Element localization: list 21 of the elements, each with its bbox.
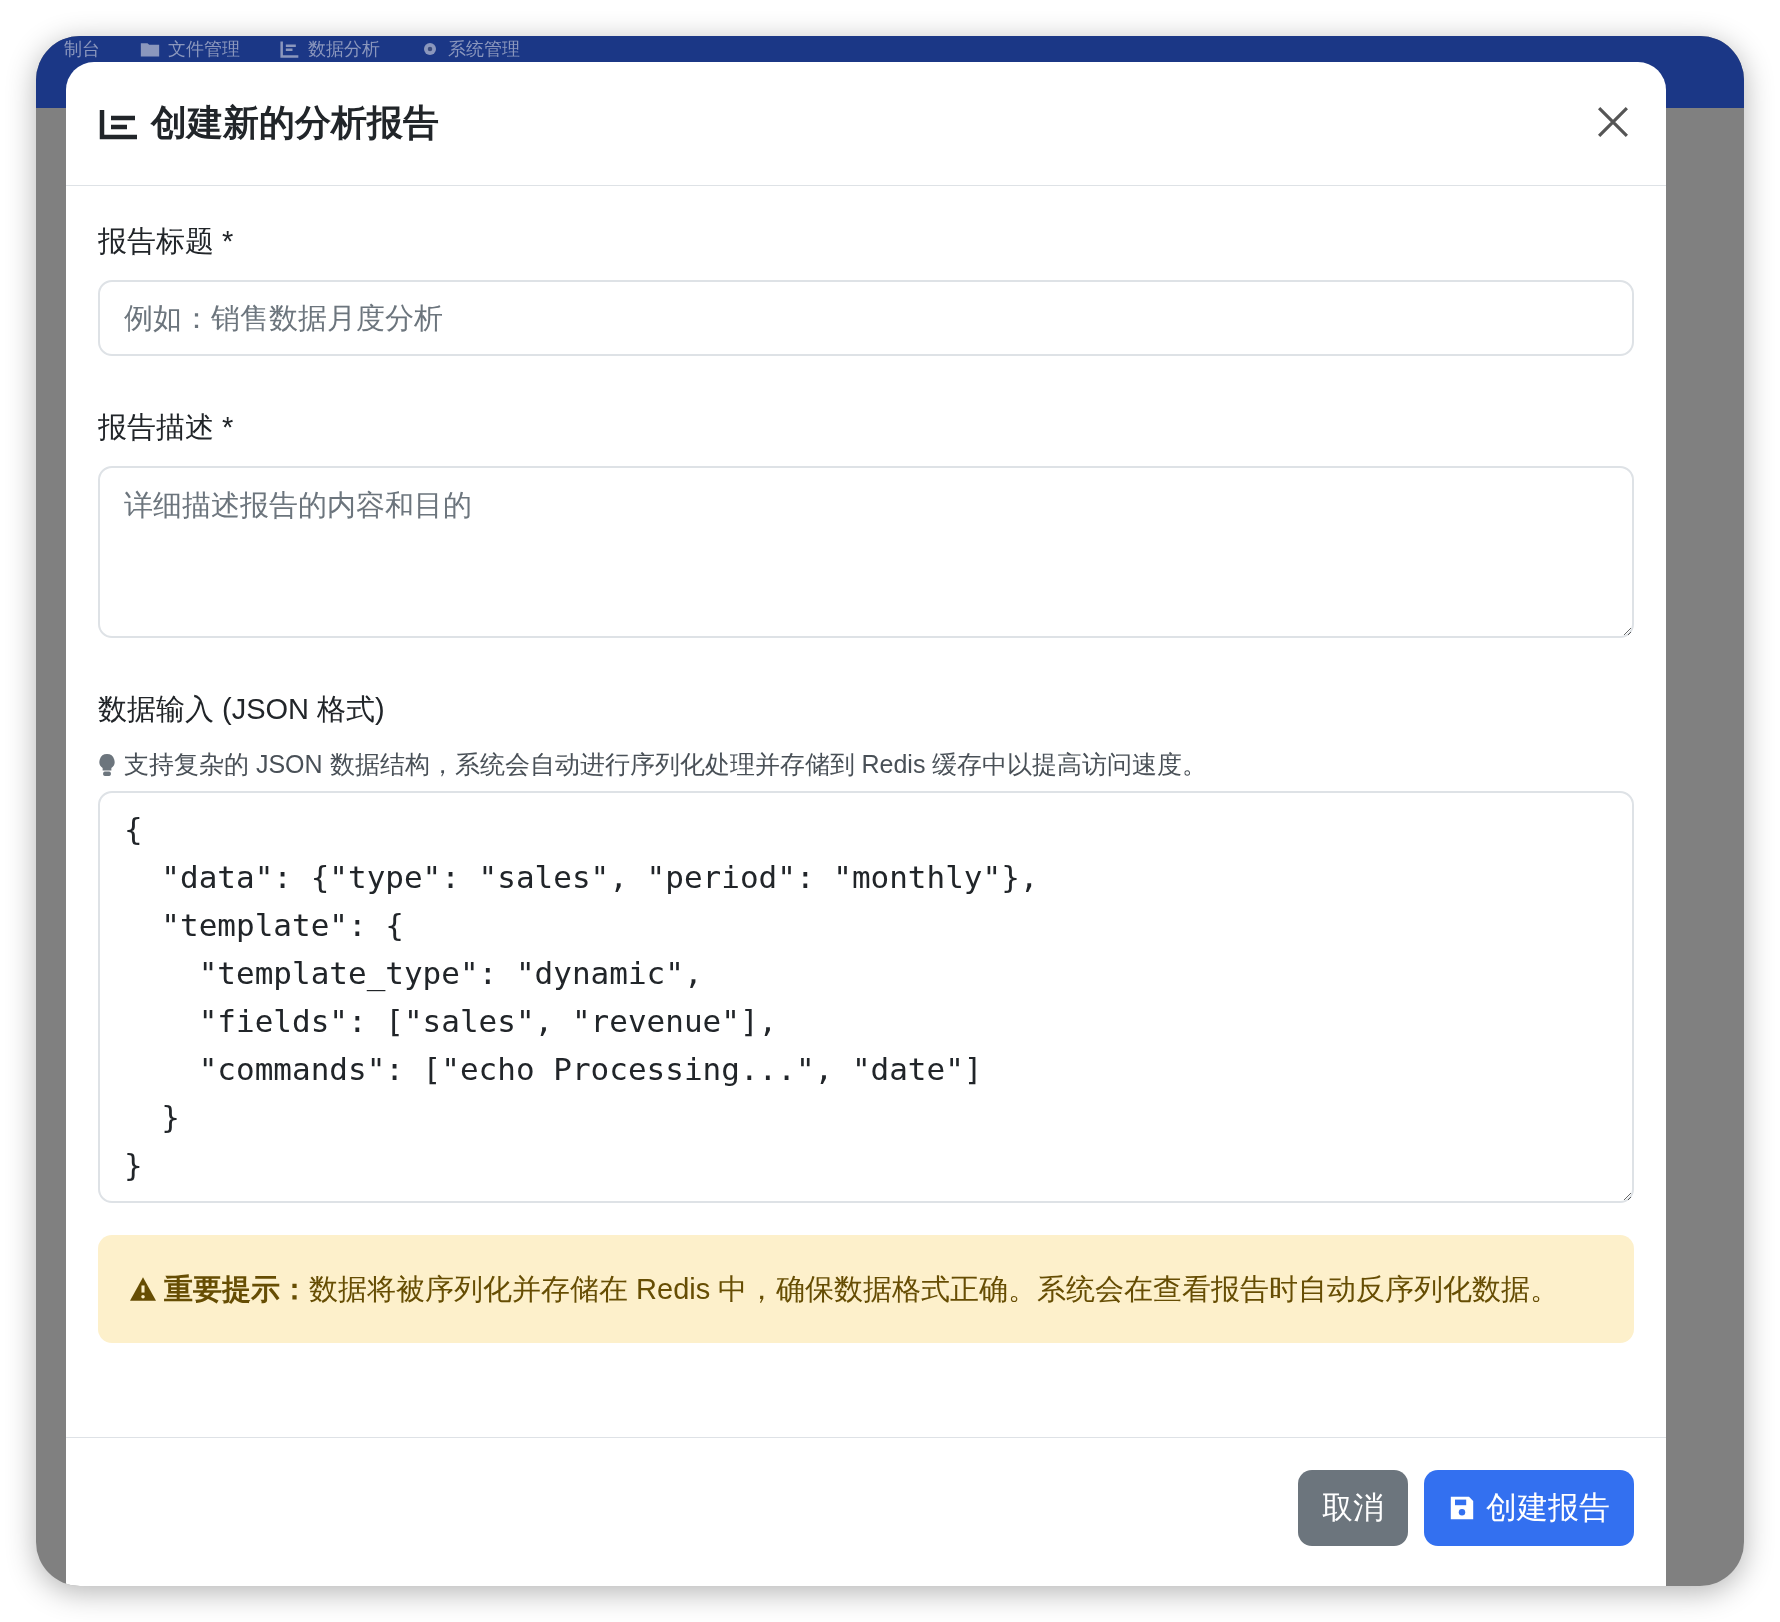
dialog-title: 创建新的分析报告: [151, 101, 440, 145]
warning-icon: [128, 1276, 158, 1302]
field-label: 报告标题 *: [98, 224, 235, 259]
chart-icon: [99, 107, 139, 140]
title-field[interactable]: 例如：销售数据月度分析: [98, 280, 1634, 356]
json-field[interactable]: { "data": {"type": "sales", "period": "monthly"}, "template": { "template_type": "dynamic", "fields": ["sales", "revenue"], "commands": ["echo Processing...", "date"] } }: [98, 791, 1634, 1203]
cancel-button[interactable]: 取消: [1298, 1470, 1408, 1546]
nav-item[interactable]: 文件管理: [140, 36, 240, 62]
create-button[interactable]: 创建报告: [1424, 1470, 1634, 1546]
hint-text: 支持复杂的 JSON 数据结构，系统会自动进行序列化处理并存储到 Redis 缓存中以提高访问速度。: [124, 749, 1208, 780]
save-icon: [1448, 1494, 1476, 1522]
chart-icon: [280, 40, 300, 58]
warning-text: 重要提示：数据将被序列化并存储在 Redis 中，确保数据格式正确。系统会在查看报告时自动反序列化数据。: [128, 1265, 1604, 1313]
lightbulb-icon: [98, 752, 116, 777]
field-label: 数据输入 (JSON 格式): [98, 692, 386, 727]
field-label: 报告描述 *: [98, 410, 235, 445]
description-field[interactable]: 详细描述报告的内容和目的: [98, 466, 1634, 638]
nav-item[interactable]: 数据分析: [280, 36, 380, 62]
folder-icon: [140, 40, 160, 58]
nav-item[interactable]: 制台: [64, 36, 100, 62]
nav-item[interactable]: 系统管理: [420, 36, 520, 62]
